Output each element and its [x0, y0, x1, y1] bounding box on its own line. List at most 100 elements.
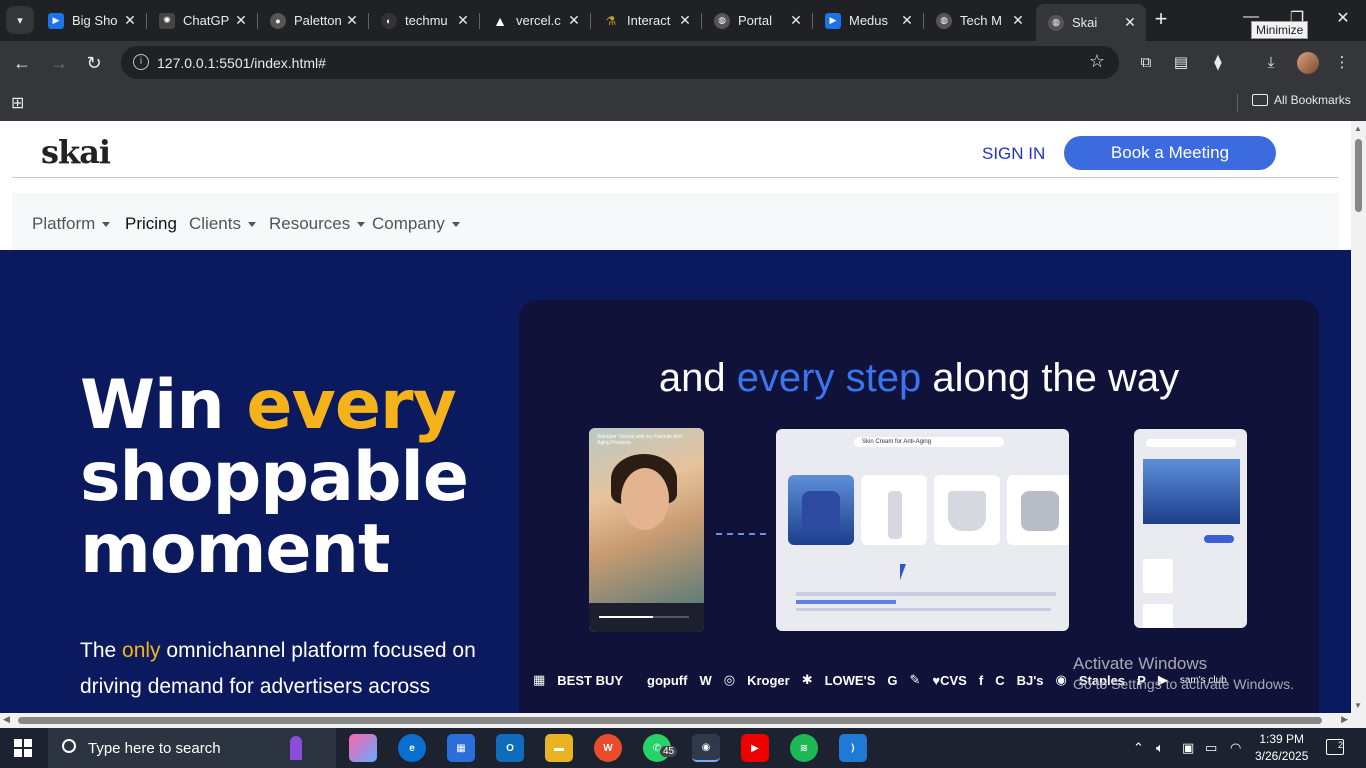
- forward-arrow-icon[interactable]: →: [46, 50, 72, 76]
- caret-down-icon: [451, 222, 460, 228]
- close-icon[interactable]: ✕: [122, 12, 138, 29]
- nav-platform[interactable]: Platform: [32, 214, 111, 234]
- nav-resources[interactable]: Resources: [269, 214, 366, 234]
- tab-title: Interact: [627, 13, 671, 28]
- tray-chevron-icon[interactable]: ⌃: [1133, 740, 1144, 756]
- tab-big-sho[interactable]: ▶ Big Sho ✕: [36, 4, 146, 37]
- scroll-up-arrow-icon[interactable]: ▲: [1354, 124, 1362, 133]
- address-bar[interactable]: i 127.0.0.1:5501/index.html# ☆: [121, 46, 1119, 79]
- wps-icon[interactable]: W: [594, 734, 622, 762]
- card-title-accent: every step: [736, 356, 922, 400]
- windows-start-icon[interactable]: [14, 739, 32, 757]
- close-icon[interactable]: ✕: [788, 12, 804, 29]
- tab-title: Big Sho: [72, 13, 118, 28]
- bookmark-star-icon[interactable]: ☆: [1089, 51, 1105, 72]
- product-tile: [934, 475, 1000, 545]
- chrome-icon[interactable]: ◉: [692, 734, 720, 762]
- site-header: skai SIGN IN Book a Meeting: [12, 121, 1339, 178]
- store-icon[interactable]: ▦: [447, 734, 475, 762]
- meet-now-icon[interactable]: ▣: [1182, 740, 1194, 756]
- nav-company[interactable]: Company: [372, 214, 460, 234]
- url-text[interactable]: 127.0.0.1:5501/index.html#: [157, 55, 326, 71]
- minimize-tooltip: Minimize: [1251, 21, 1309, 39]
- close-icon[interactable]: ✕: [344, 12, 360, 29]
- extension-icon[interactable]: ▤: [1170, 52, 1192, 74]
- tab-title: Portal: [738, 13, 772, 28]
- book-meeting-button[interactable]: Book a Meeting: [1064, 136, 1276, 170]
- journey-card: and every step along the way Skincare Tu…: [519, 300, 1319, 713]
- menu-kebab-icon[interactable]: ⋮: [1331, 52, 1353, 74]
- page-viewport: skai SIGN IN Book a Meeting Platform Pri…: [0, 121, 1351, 713]
- skai-logo[interactable]: skai: [41, 133, 111, 171]
- caret-down-icon: [357, 222, 366, 228]
- file-explorer-icon[interactable]: ▬: [545, 734, 573, 762]
- extension-devtools-icon[interactable]: ⧉: [1135, 52, 1157, 74]
- product-tile: [1007, 475, 1069, 545]
- vertical-scrollbar[interactable]: ▲ ▼: [1351, 121, 1366, 713]
- wifi-icon[interactable]: ◠: [1230, 740, 1241, 756]
- scroll-down-arrow-icon[interactable]: ▼: [1354, 701, 1362, 710]
- headline-word: Win: [80, 366, 247, 445]
- tab-medusa[interactable]: ▶ Medus ✕: [813, 4, 923, 37]
- tab-skai-active[interactable]: ◍ Skai ✕: [1036, 4, 1146, 41]
- close-icon[interactable]: ✕: [677, 12, 693, 29]
- close-icon[interactable]: ✕: [1122, 14, 1138, 31]
- outlook-icon[interactable]: O: [496, 734, 524, 762]
- scroll-thumb[interactable]: [18, 717, 1322, 724]
- close-icon[interactable]: ✕: [455, 12, 471, 29]
- battery-icon[interactable]: ▭: [1205, 740, 1217, 756]
- window-close-button[interactable]: ✕: [1328, 8, 1358, 28]
- walmart-logo: ✱: [801, 672, 813, 687]
- scroll-left-arrow-icon[interactable]: ◀: [3, 714, 10, 725]
- apps-grid-icon[interactable]: ⊞: [11, 93, 24, 113]
- sign-in-link[interactable]: SIGN IN: [982, 144, 1045, 164]
- vscode-icon[interactable]: ⟩: [839, 734, 867, 762]
- reload-icon[interactable]: ↻: [81, 50, 107, 76]
- tab-strip: ▾ ▶ Big Sho ✕ ✺ ChatGP ✕ ● Paletton ✕ ◐ …: [0, 0, 1366, 41]
- awareness-ribbon-icon[interactable]: [290, 736, 302, 760]
- nav-clients[interactable]: Clients: [189, 214, 256, 234]
- google-logo: G: [887, 672, 898, 688]
- youtube-icon[interactable]: ▶: [741, 734, 769, 762]
- product-tile: [788, 475, 854, 545]
- site-info-icon[interactable]: i: [133, 54, 149, 70]
- mobile-shop-mockup: [1134, 429, 1247, 628]
- profile-avatar[interactable]: [1297, 52, 1319, 74]
- close-icon[interactable]: ✕: [233, 12, 249, 29]
- close-icon[interactable]: ✕: [899, 12, 915, 29]
- mouse-cursor-icon: [900, 564, 906, 580]
- tab-search-button[interactable]: ▾: [6, 6, 34, 34]
- tab-portal[interactable]: ◍ Portal ✕: [702, 4, 812, 37]
- cvs-logo: ♥CVS: [932, 672, 967, 688]
- tab-paletton[interactable]: ● Paletton ✕: [258, 4, 368, 37]
- extensions-puzzle-icon[interactable]: ⧫: [1207, 52, 1229, 74]
- close-icon[interactable]: ✕: [566, 12, 582, 29]
- all-bookmarks-button[interactable]: All Bookmarks: [1252, 93, 1351, 107]
- clock-time: 1:39 PM: [1259, 732, 1305, 746]
- hero-headline: Win every shoppable moment: [80, 370, 469, 586]
- horizontal-scrollbar[interactable]: ◀ ▶: [0, 713, 1366, 728]
- card-title-text: along the way: [921, 356, 1180, 400]
- back-arrow-icon[interactable]: ←: [9, 50, 35, 76]
- system-clock[interactable]: 1:39 PM 3/26/2025: [1255, 731, 1308, 765]
- spotify-icon[interactable]: ≋: [790, 734, 818, 762]
- scroll-thumb[interactable]: [1355, 139, 1362, 212]
- scroll-right-arrow-icon[interactable]: ▶: [1341, 714, 1348, 725]
- mock-search-bar: Skin Cream for Anti-Aging: [854, 437, 1004, 447]
- tagline-text: The: [80, 639, 123, 662]
- tab-interact[interactable]: ⚗ Interact ✕: [591, 4, 701, 37]
- download-icon[interactable]: ⤓: [1260, 52, 1282, 74]
- tab-tech-m[interactable]: ◍ Tech M ✕: [924, 4, 1034, 37]
- openai-icon: ✺: [159, 12, 175, 29]
- nav-pricing[interactable]: Pricing: [125, 214, 177, 234]
- tab-techmu[interactable]: ◐ techmu ✕: [369, 4, 479, 37]
- phone-caption: Skincare Tutorial with my Favorite Anti-…: [597, 434, 684, 446]
- tab-vercel[interactable]: ▲ vercel.c ✕: [480, 4, 590, 37]
- new-tab-button[interactable]: +: [1150, 8, 1172, 32]
- tab-chatgpt[interactable]: ✺ ChatGP ✕: [147, 4, 257, 37]
- copilot-icon[interactable]: [349, 734, 377, 762]
- notification-center-icon[interactable]: 2: [1326, 739, 1344, 755]
- edge-icon[interactable]: e: [398, 734, 426, 762]
- close-icon[interactable]: ✕: [1010, 12, 1026, 29]
- volume-icon[interactable]: 🔈︎: [1156, 740, 1164, 756]
